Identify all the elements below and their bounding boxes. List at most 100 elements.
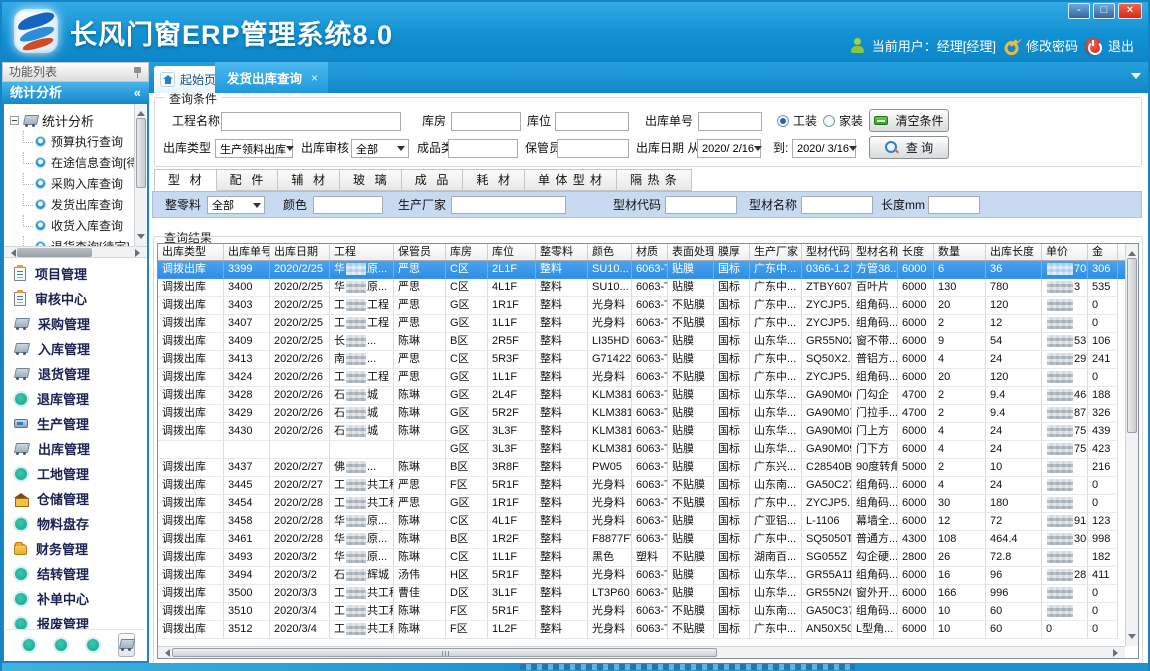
column-header[interactable]: 金 xyxy=(1088,244,1118,261)
material-tab-4[interactable]: 成 品 xyxy=(402,169,464,191)
length-input[interactable] xyxy=(928,196,980,214)
table-row[interactable]: 调拨出库34242020/2/26工工程严思G区1L1F整料光身料6063-T5… xyxy=(158,369,1125,387)
sidebar-item-carryover-mgmt[interactable]: 结转管理 xyxy=(4,561,147,586)
home-decor-radio[interactable] xyxy=(823,115,835,127)
tree-expander-icon[interactable] xyxy=(10,116,19,125)
material-tab-7[interactable]: 隔 热 条 xyxy=(617,169,692,191)
outbound-type-dropdown[interactable]: 生产领料出库 xyxy=(215,139,293,158)
scroll-down-arrow-icon[interactable] xyxy=(1128,634,1136,643)
tree-vertical-scrollbar[interactable] xyxy=(134,104,147,246)
sidebar-item-production-mgmt[interactable]: 生产管理 xyxy=(4,411,147,436)
column-header[interactable]: 材质 xyxy=(632,244,668,261)
table-row[interactable]: G区3L3F整料KLM38176063-T5贴膜国标山东华...GA90M09.… xyxy=(158,441,1125,459)
minimize-button[interactable]: - xyxy=(1068,3,1090,19)
cart-shortcut-button[interactable] xyxy=(118,633,135,657)
horizontal-scroll-thumb[interactable] xyxy=(172,648,717,657)
sidebar-item-audit-center[interactable]: 审核中心 xyxy=(4,286,147,311)
column-header[interactable]: 颜色 xyxy=(588,244,632,261)
column-header[interactable]: 库位 xyxy=(488,244,536,261)
change-password-link[interactable]: 修改密码 xyxy=(1026,36,1078,55)
dot-icon[interactable] xyxy=(87,639,99,651)
sidebar-item-outbound-mgmt[interactable]: 出库管理 xyxy=(4,436,147,461)
material-tab-2[interactable]: 辅 材 xyxy=(278,169,340,191)
sidebar-item-warehouse-mgmt[interactable]: 仓储管理 xyxy=(4,486,147,511)
material-tab-0[interactable]: 型 材 xyxy=(154,169,217,191)
scroll-right-arrow-icon[interactable] xyxy=(1113,649,1122,657)
column-header[interactable]: 长度 xyxy=(898,244,934,261)
tree-item-in-transit-query[interactable]: 在途信息查询[待 xyxy=(10,152,133,173)
material-tab-1[interactable]: 配 件 xyxy=(217,169,279,191)
product-type-input[interactable] xyxy=(448,139,518,158)
dot-icon[interactable] xyxy=(55,639,67,651)
column-header[interactable]: 型材代码 xyxy=(802,244,852,261)
material-tab-5[interactable]: 耗 材 xyxy=(463,169,525,191)
date-to-picker[interactable]: 2020/ 3/16 xyxy=(792,139,856,158)
table-row[interactable]: 调拨出库34372020/2/27佛...陈琳B区3R8F整料PW056063-… xyxy=(158,459,1125,477)
table-row[interactable]: 调拨出库34302020/2/26石城陈琳G区3L3F整料KLM38176063… xyxy=(158,423,1125,441)
material-tab-3[interactable]: 玻 璃 xyxy=(340,169,402,191)
profile-code-input[interactable] xyxy=(665,196,737,214)
sidebar-item-project-mgmt[interactable]: 项目管理 xyxy=(4,261,147,286)
tree-item-shipment-outbound-query[interactable]: 发货出库查询 xyxy=(10,194,133,215)
column-header[interactable]: 膜厚 xyxy=(714,244,750,261)
sidebar-item-site-mgmt[interactable]: 工地管理 xyxy=(4,461,147,486)
table-row[interactable]: 调拨出库34582020/2/28华原...陈琳C区4L1F整料光身料6063-… xyxy=(158,513,1125,531)
scroll-up-arrow-icon[interactable] xyxy=(1128,247,1136,256)
tab-close-icon[interactable]: × xyxy=(311,71,318,85)
tab-shipment-outbound-query[interactable]: 发货出库查询 × xyxy=(215,62,328,93)
manufacturer-input[interactable] xyxy=(451,196,566,214)
industrial-radio[interactable] xyxy=(777,115,789,127)
location-input[interactable] xyxy=(555,112,629,131)
sidebar-item-reorder-center[interactable]: 补单中心 xyxy=(4,586,147,611)
table-row[interactable]: 调拨出库34542020/2/28工共工程严思G区1R1F整料光身料6063-T… xyxy=(158,495,1125,513)
table-row[interactable]: 调拨出库34452020/2/27工共工程严思F区5R1F整料光身料6063-T… xyxy=(158,477,1125,495)
tree-horizontal-scrollbar[interactable] xyxy=(4,246,147,258)
keeper-input[interactable] xyxy=(557,139,629,158)
table-row[interactable]: 调拨出库35002020/3/3工共工程曹佳D区3L1F整料LT3P606063… xyxy=(158,585,1125,603)
table-vertical-scrollbar[interactable] xyxy=(1125,244,1138,646)
project-name-input[interactable] xyxy=(221,112,401,131)
whole-scrap-dropdown[interactable]: 全部 xyxy=(207,196,265,214)
column-header[interactable]: 型材名称 xyxy=(852,244,898,261)
profile-name-input[interactable] xyxy=(801,196,873,214)
column-header[interactable]: 整零料 xyxy=(536,244,588,261)
sidebar-item-returns-mgmt[interactable]: 退货管理 xyxy=(4,361,147,386)
vertical-scroll-thumb[interactable] xyxy=(1127,258,1137,433)
sidebar-item-inventory-count[interactable]: 物料盘存 xyxy=(4,511,147,536)
table-row[interactable]: 调拨出库34032020/2/25工工程严思G区1R1F整料光身料6063-T5… xyxy=(158,297,1125,315)
sidebar-item-finance-mgmt[interactable]: 财务管理 xyxy=(4,536,147,561)
table-row[interactable]: 调拨出库34942020/3/2石辉城汤伟H区5R1F整料光身料6063-T5贴… xyxy=(158,567,1125,585)
collapse-sidebar-button[interactable]: « xyxy=(134,82,141,104)
tree-item-budget-exec-query[interactable]: 预算执行查询 xyxy=(10,131,133,152)
warehouse-input[interactable] xyxy=(451,112,521,131)
material-tab-6[interactable]: 单 体 型 材 xyxy=(525,169,617,191)
outbound-order-input[interactable] xyxy=(698,112,762,131)
tab-list-dropdown-icon[interactable] xyxy=(1131,73,1141,84)
table-row[interactable]: 调拨出库34292020/2/26石城陈琳G区5R2F整料KLM38176063… xyxy=(158,405,1125,423)
column-header[interactable]: 保管员 xyxy=(394,244,446,261)
pin-icon[interactable] xyxy=(134,67,141,78)
scroll-up-arrow-icon[interactable] xyxy=(137,107,145,116)
column-header[interactable]: 出库单号 xyxy=(224,244,270,261)
color-input[interactable] xyxy=(313,196,383,214)
search-button[interactable]: 查 询 xyxy=(869,136,949,159)
table-row[interactable]: 调拨出库35122020/3/4工共工程陈琳F区1L2F整料光身料6063-T5… xyxy=(158,621,1125,639)
table-row[interactable]: 调拨出库34932020/3/2华原...陈琳C区1L1F整料黑色塑料不贴膜国标… xyxy=(158,549,1125,567)
sidebar-item-inbound-mgmt[interactable]: 入库管理 xyxy=(4,336,147,361)
outbound-audit-dropdown[interactable]: 全部 xyxy=(351,139,409,158)
column-header[interactable]: 表面处理 xyxy=(668,244,714,261)
column-header[interactable]: 工程 xyxy=(330,244,394,261)
scroll-down-arrow-icon[interactable] xyxy=(137,234,145,243)
column-header[interactable]: 出库日期 xyxy=(270,244,330,261)
table-row[interactable]: 调拨出库33992020/2/25华原...严思C区2L1F整料SU10...6… xyxy=(158,261,1125,279)
scroll-left-arrow-icon[interactable] xyxy=(7,249,16,257)
column-header[interactable]: 出库类型 xyxy=(158,244,224,261)
column-header[interactable]: 出库长度 xyxy=(986,244,1042,261)
column-header[interactable]: 库房 xyxy=(446,244,488,261)
table-row[interactable]: 调拨出库34132020/2/26南...严思C区5R3F整料G71422606… xyxy=(158,351,1125,369)
table-row[interactable]: 调拨出库34072020/2/25工工程严思G区1L1F整料光身料6063-T5… xyxy=(158,315,1125,333)
table-row[interactable]: 调拨出库34612020/2/28华原...陈琳B区1R2F整料F8877FT6… xyxy=(158,531,1125,549)
tree-item-returns-query[interactable]: 退货查询[待定] xyxy=(10,236,133,246)
table-row[interactable]: 调拨出库34282020/2/26石城陈琳G区2L4F整料KLM38176063… xyxy=(158,387,1125,405)
maximize-button[interactable]: □ xyxy=(1093,3,1115,19)
